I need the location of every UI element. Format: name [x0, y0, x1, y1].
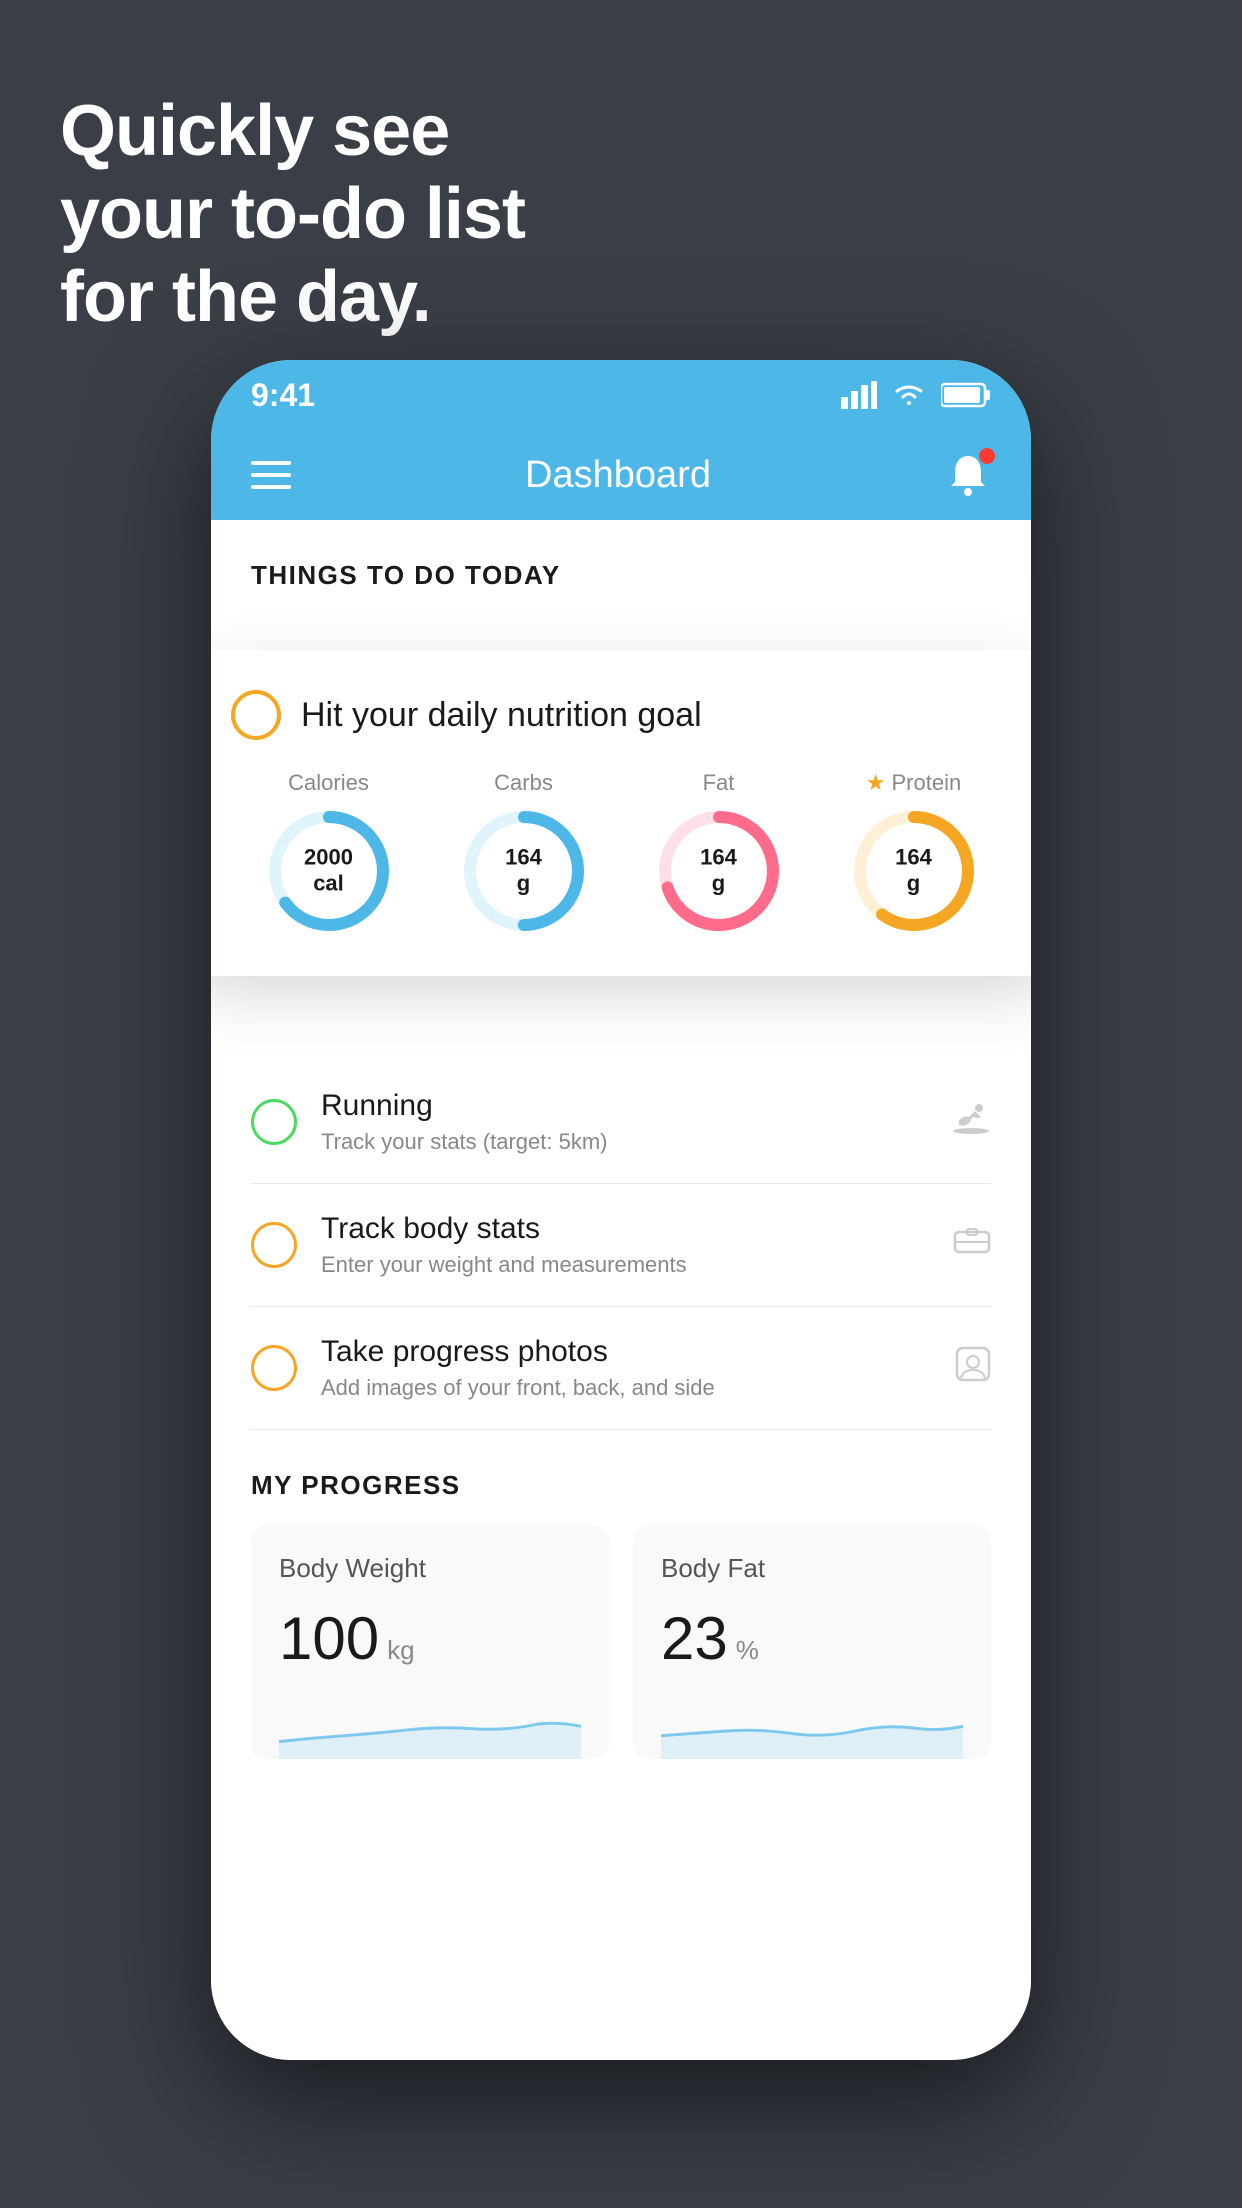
wifi-icon	[891, 381, 927, 409]
calories-ring: 2000cal	[264, 806, 394, 936]
carbs-value: 164g	[505, 845, 542, 898]
todo-item-running[interactable]: Running Track your stats (target: 5km)	[251, 1061, 991, 1184]
signal-icon	[841, 381, 877, 409]
fat-label: Fat	[703, 770, 735, 796]
status-bar: 9:41	[211, 360, 1031, 430]
fat-ring: 164g	[654, 806, 784, 936]
card-header: Hit your daily nutrition goal	[231, 690, 1011, 740]
nutrition-protein: ★ Protein 164g	[849, 770, 979, 936]
fat-value: 164g	[700, 845, 737, 898]
protein-ring: 164g	[849, 806, 979, 936]
star-icon: ★	[866, 770, 886, 796]
body-weight-value: 100 kg	[279, 1604, 581, 1673]
things-to-do-label: THINGS TO DO TODAY	[211, 560, 1031, 591]
body-weight-unit: kg	[387, 1635, 414, 1666]
phone-shell: 9:41	[211, 360, 1031, 2060]
body-stats-subtitle: Enter your weight and measurements	[321, 1252, 929, 1278]
photos-icon	[955, 1346, 991, 1390]
photos-check-circle[interactable]	[251, 1345, 297, 1391]
body-weight-card: Body Weight 100 kg	[251, 1525, 609, 1759]
body-fat-chart	[661, 1689, 963, 1759]
hero-line2: your to-do list	[60, 173, 525, 256]
progress-label: MY PROGRESS	[251, 1470, 991, 1501]
notification-button[interactable]	[945, 452, 991, 498]
hamburger-menu-button[interactable]	[251, 461, 291, 489]
todo-item-body-stats[interactable]: Track body stats Enter your weight and m…	[251, 1184, 991, 1307]
body-weight-title: Body Weight	[279, 1553, 581, 1584]
body-fat-card: Body Fat 23 %	[633, 1525, 991, 1759]
hero-text: Quickly see your to-do list for the day.	[60, 90, 525, 338]
running-icon	[951, 1101, 991, 1143]
nutrition-circles: Calories 2000cal Carbs	[231, 770, 1011, 936]
status-icons	[841, 381, 991, 409]
running-check-circle[interactable]	[251, 1099, 297, 1145]
body-fat-value: 23 %	[661, 1604, 963, 1673]
status-time: 9:41	[251, 377, 315, 414]
content-area: THINGS TO DO TODAY Hit your daily nutrit…	[211, 520, 1031, 2060]
carbs-ring: 164g	[459, 806, 589, 936]
todo-item-photos[interactable]: Take progress photos Add images of your …	[251, 1307, 991, 1430]
body-weight-number: 100	[279, 1604, 379, 1673]
running-content: Running Track your stats (target: 5km)	[321, 1089, 927, 1155]
nutrition-carbs: Carbs 164g	[459, 770, 589, 936]
nutrition-card: Hit your daily nutrition goal Calories 2…	[211, 650, 1031, 976]
nutrition-calories: Calories 2000cal	[264, 770, 394, 936]
body-weight-chart	[279, 1689, 581, 1759]
body-fat-number: 23	[661, 1604, 728, 1673]
body-stats-title: Track body stats	[321, 1212, 929, 1246]
battery-icon	[941, 382, 991, 408]
nutrition-check-circle[interactable]	[231, 690, 281, 740]
todo-list: Running Track your stats (target: 5km)	[211, 1061, 1031, 1430]
protein-label: ★ Protein	[866, 770, 961, 796]
body-fat-title: Body Fat	[661, 1553, 963, 1584]
notification-badge	[979, 448, 995, 464]
hero-line3: for the day.	[60, 256, 525, 339]
nav-title: Dashboard	[525, 454, 711, 497]
running-title: Running	[321, 1089, 927, 1123]
progress-cards: Body Weight 100 kg	[251, 1525, 991, 1759]
body-stats-check-circle[interactable]	[251, 1222, 297, 1268]
protein-value: 164g	[895, 845, 932, 898]
progress-section: MY PROGRESS Body Weight 100 kg	[211, 1430, 1031, 1759]
photos-subtitle: Add images of your front, back, and side	[321, 1375, 931, 1401]
photos-content: Take progress photos Add images of your …	[321, 1335, 931, 1401]
running-subtitle: Track your stats (target: 5km)	[321, 1129, 927, 1155]
hero-line1: Quickly see	[60, 90, 525, 173]
nutrition-card-title: Hit your daily nutrition goal	[301, 696, 702, 735]
body-stats-content: Track body stats Enter your weight and m…	[321, 1212, 929, 1278]
body-fat-unit: %	[736, 1635, 759, 1666]
calories-label: Calories	[288, 770, 369, 796]
phone-wrapper: 9:41	[211, 360, 1031, 2060]
photos-title: Take progress photos	[321, 1335, 931, 1369]
body-stats-icon	[953, 1224, 991, 1266]
carbs-label: Carbs	[494, 770, 553, 796]
calories-value: 2000cal	[304, 845, 353, 898]
nav-bar: Dashboard	[211, 430, 1031, 520]
nutrition-fat: Fat 164g	[654, 770, 784, 936]
